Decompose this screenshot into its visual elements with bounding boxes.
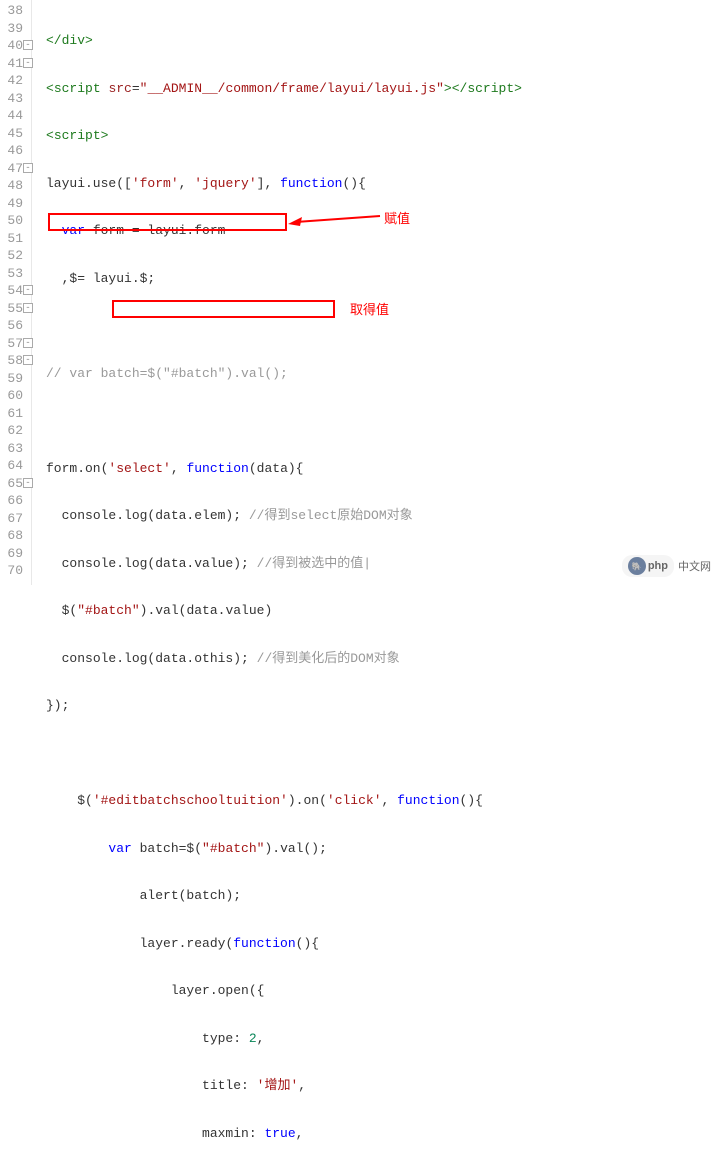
line-number: 63 [4,440,23,458]
code-line: }); [46,697,721,715]
line-number: 55- [4,300,23,318]
watermark-text: 中文网 [678,558,711,574]
line-number: 62 [4,422,23,440]
code-line: layui.use(['form', 'jquery'], function()… [46,175,721,193]
line-number: 61 [4,405,23,423]
code-line: var batch=$("#batch").val(); [46,840,721,858]
watermark-logo: 🐘 php [622,555,674,577]
code-line: ,$= layui.$; [46,270,721,288]
line-number: 51 [4,230,23,248]
code-line: // var batch=$("#batch").val(); [46,365,721,383]
line-number: 39 [4,20,23,38]
line-number: 44 [4,107,23,125]
line-number: 68 [4,527,23,545]
line-number: 49 [4,195,23,213]
code-line: form.on('select', function(data){ [46,460,721,478]
line-number: 67 [4,510,23,528]
code-editor: 38 39 40- 41- 42 43 44 45 46 47- 48 49 5… [0,0,721,585]
line-number: 56 [4,317,23,335]
code-line: alert(batch); [46,887,721,905]
line-number: 60 [4,387,23,405]
annotation-assign: 赋值 [384,208,410,227]
line-number: 69 [4,545,23,563]
line-number: 48 [4,177,23,195]
line-number: 58- [4,352,23,370]
code-line: $("#batch").val(data.value) [46,602,721,620]
code-line: layer.ready(function(){ [46,935,721,953]
line-number: 41- [4,55,23,73]
line-number: 53 [4,265,23,283]
elephant-icon: 🐘 [628,557,646,575]
line-number: 64 [4,457,23,475]
code-line [46,412,721,430]
line-number: 45 [4,125,23,143]
code-line: </div> [46,32,721,50]
line-number: 59 [4,370,23,388]
line-number: 40- [4,37,23,55]
code-line [46,317,721,335]
line-number: 57- [4,335,23,353]
code-line: console.log(data.value); //得到被选中的值| [46,555,721,573]
code-line: layer.open({ [46,982,721,1000]
code-line: <script> [46,127,721,145]
line-number: 52 [4,247,23,265]
annotation-getvalue: 取得值 [350,299,389,318]
line-number: 66 [4,492,23,510]
watermark: 🐘 php 中文网 [622,555,711,577]
line-number: 65- [4,475,23,493]
arrow-icon [288,204,384,228]
line-number: 46 [4,142,23,160]
line-number: 47- [4,160,23,178]
code-line: maxmin: true, [46,1125,721,1143]
line-number: 70 [4,562,23,580]
code-line: type: 2, [46,1030,721,1048]
code-line: console.log(data.othis); //得到美化后的DOM对象 [46,650,721,668]
code-line: console.log(data.elem); //得到select原始DOM对… [46,507,721,525]
line-gutter: 38 39 40- 41- 42 43 44 45 46 47- 48 49 5… [0,0,32,585]
code-line: title: '增加', [46,1077,721,1095]
line-number: 50 [4,212,23,230]
line-number: 43 [4,90,23,108]
code-line: <script src="__ADMIN__/common/frame/layu… [46,80,721,98]
code-line: $('#editbatchschooltuition').on('click',… [46,792,721,810]
line-number: 42 [4,72,23,90]
line-number: 38 [4,2,23,20]
code-area[interactable]: </div> <script src="__ADMIN__/common/fra… [32,0,721,585]
line-number: 54- [4,282,23,300]
code-line [46,745,721,763]
